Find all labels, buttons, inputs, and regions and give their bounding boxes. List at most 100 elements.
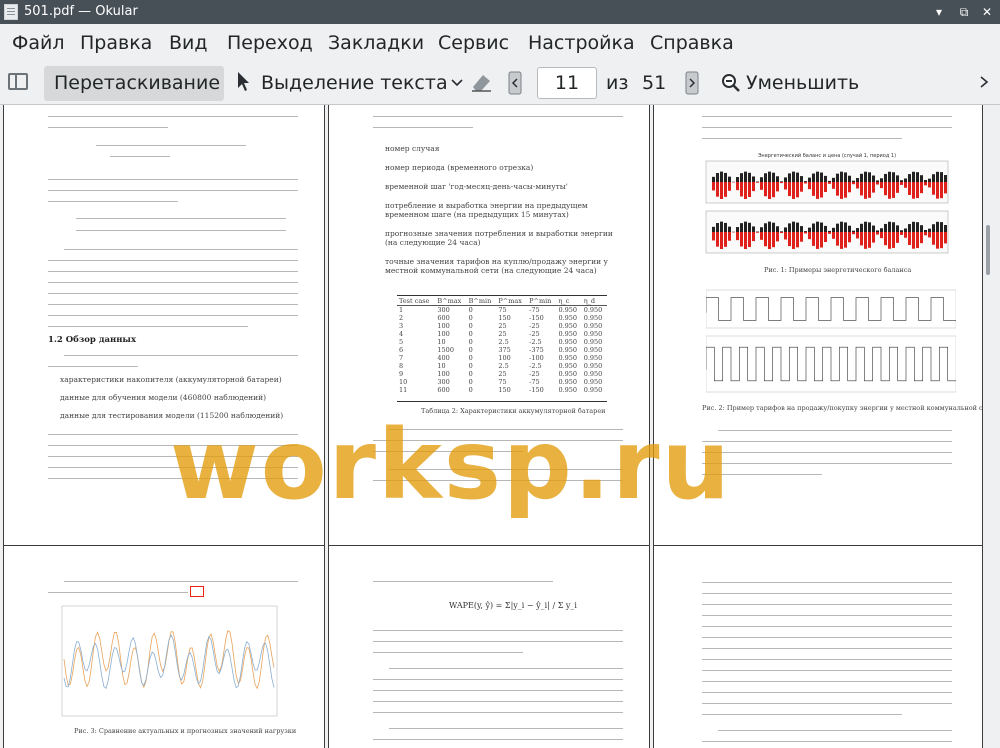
table-row: 9 100 0 25 -25 0.950 0.950 xyxy=(397,370,607,378)
zoom-out-button[interactable]: Уменьшить xyxy=(746,72,859,94)
table-cell: 0.950 xyxy=(558,378,578,386)
watermark: worksp.ru xyxy=(170,409,732,521)
table-cell: 0.950 xyxy=(583,370,603,378)
table-cell: 7 xyxy=(399,354,404,362)
table-cell: 0.950 xyxy=(583,306,603,314)
table-header-cell: P^max xyxy=(496,297,528,306)
vertical-scrollbar[interactable] xyxy=(986,120,991,740)
maximize-icon[interactable]: ⧉ xyxy=(955,3,973,21)
table-cell: 3 xyxy=(399,322,404,330)
table-cell: 0 xyxy=(468,362,473,370)
document-view[interactable]: 1.2 Обзор данных характеристики накопите… xyxy=(0,105,1000,748)
table-cell: 0.950 xyxy=(583,338,603,346)
table-cell: 0 xyxy=(468,322,473,330)
minimize-icon[interactable]: ▾ xyxy=(930,3,948,21)
table-cell: 0.950 xyxy=(558,362,578,370)
menu-settings[interactable]: Настройка xyxy=(528,32,635,54)
text-selection-button[interactable]: Выделение текста xyxy=(261,72,448,94)
cursor-arrow-icon xyxy=(236,71,250,93)
menu-tools[interactable]: Сервис xyxy=(438,32,509,54)
table-cell: 2.5 xyxy=(498,338,509,346)
menu-bookmarks[interactable]: Закладки xyxy=(328,32,424,54)
table-cell: -150 xyxy=(529,314,544,322)
table-cell: 0 xyxy=(468,338,473,346)
table-header-cell: Test case xyxy=(397,297,436,306)
sidebar-toggle-icon[interactable] xyxy=(8,73,28,90)
menu-file[interactable]: Файл xyxy=(12,32,65,54)
table-cell: 1500 xyxy=(437,346,454,354)
p11-bullet-5: прогнозные значения потребления и вырабо… xyxy=(385,229,613,247)
table-cell: 100 xyxy=(437,322,450,330)
table-row: 5 10 0 2.5 -2.5 0.950 0.950 xyxy=(397,338,607,346)
table-cell: 150 xyxy=(498,314,511,322)
table-cell: 0.950 xyxy=(583,346,603,354)
browse-tool-button[interactable]: Перетаскивание xyxy=(44,66,224,101)
fig2-caption: Рис. 2: Пример тарифов на продажу/покупк… xyxy=(702,404,983,412)
energy-balance-figure: Энергетический баланс и цена (случай 1, … xyxy=(705,152,949,254)
table-cell: 0.950 xyxy=(583,330,603,338)
table-cell: 2.5 xyxy=(498,362,509,370)
table-cell: 0.950 xyxy=(583,314,603,322)
table-cell: 100 xyxy=(437,330,450,338)
zoom-out-icon xyxy=(721,73,741,93)
menu-bar: Файл Правка Вид Переход Закладки Сервис … xyxy=(0,24,1000,62)
table-cell: -25 xyxy=(529,330,540,338)
table-cell: 0.950 xyxy=(558,314,578,322)
table-cell: 0.950 xyxy=(558,322,578,330)
svg-text:Энергетический баланс и цена (: Энергетический баланс и цена (случай 1, … xyxy=(758,152,896,159)
table-cell: 8 xyxy=(399,362,404,370)
menu-go[interactable]: Переход xyxy=(227,32,313,54)
table-header-cell: η_c xyxy=(556,297,582,306)
table-cell: 0 xyxy=(468,306,473,314)
scrollbar-thumb[interactable] xyxy=(986,225,990,275)
previous-page-icon[interactable] xyxy=(507,71,523,95)
table-cell: 0.950 xyxy=(583,354,603,362)
table-cell: 400 xyxy=(437,354,450,362)
page-number-input[interactable]: 11 xyxy=(537,67,597,99)
pdf-page-14: WAPE(y, ŷ) = Σ|y_i − ŷ_i| / Σ y_i xyxy=(328,545,650,748)
table-cell: 100 xyxy=(437,370,450,378)
pdf-page-13: Рис. 3: Сравнение актуальных и прогнозны… xyxy=(3,545,325,748)
menu-help[interactable]: Справка xyxy=(650,32,734,54)
p11-bullet-4: потребление и выработка энергии на преды… xyxy=(385,201,588,219)
table-cell: 0.950 xyxy=(583,378,603,386)
table-cell: -2.5 xyxy=(529,338,542,346)
figure-ref-link[interactable] xyxy=(190,586,204,597)
page-of-label: из xyxy=(606,72,629,94)
table-row: 2 600 0 150 -150 0.950 0.950 xyxy=(397,314,607,322)
table-cell: 600 xyxy=(437,386,450,394)
p11-bullet-2: номер периода (временного отрезка) xyxy=(385,163,534,172)
eraser-icon[interactable] xyxy=(469,71,493,93)
battery-table: Test case B^max B^min P^max P^min η_c η_d 1 300… xyxy=(397,297,607,394)
p11-bullet-1: номер случая xyxy=(385,144,440,153)
table-cell: 0 xyxy=(468,378,473,386)
table-row: 1 300 0 75 -75 0.950 0.950 xyxy=(397,306,607,315)
close-icon[interactable]: ✕ xyxy=(978,3,996,21)
p11-bullet-6: точные значения тарифов на куплю/продажу… xyxy=(385,257,608,275)
table-cell: 1 xyxy=(399,306,404,314)
table-cell: -25 xyxy=(529,370,540,378)
table-cell: 4 xyxy=(399,330,404,338)
title-bar: 501.pdf — Okular ▾ ⧉ ✕ xyxy=(0,0,1000,24)
table-cell: 11 xyxy=(399,386,408,394)
menu-view[interactable]: Вид xyxy=(169,32,208,54)
table-cell: 300 xyxy=(437,378,450,386)
menu-edit[interactable]: Правка xyxy=(80,32,152,54)
table-cell: 0.950 xyxy=(558,370,578,378)
next-page-icon[interactable] xyxy=(684,71,700,95)
table-cell: 300 xyxy=(437,306,450,314)
table-cell: -2.5 xyxy=(529,362,542,370)
table-cell: 600 xyxy=(437,314,450,322)
table-cell: 10 xyxy=(399,378,408,386)
table-cell: 0.950 xyxy=(583,386,603,394)
table-cell: 0 xyxy=(468,370,473,378)
table-cell: 0 xyxy=(468,314,473,322)
table-cell: -375 xyxy=(529,346,544,354)
fig3-caption: Рис. 3: Сравнение актуальных и прогнозны… xyxy=(74,727,297,735)
tariff-figure xyxy=(706,289,956,393)
chevron-down-icon[interactable] xyxy=(450,74,464,88)
toolbar-overflow-icon[interactable] xyxy=(977,74,991,90)
table-row: 11 600 0 150 -150 0.950 0.950 xyxy=(397,386,607,394)
table-header-cell: P^min xyxy=(527,297,557,306)
table-header-cell: B^max xyxy=(435,297,467,306)
